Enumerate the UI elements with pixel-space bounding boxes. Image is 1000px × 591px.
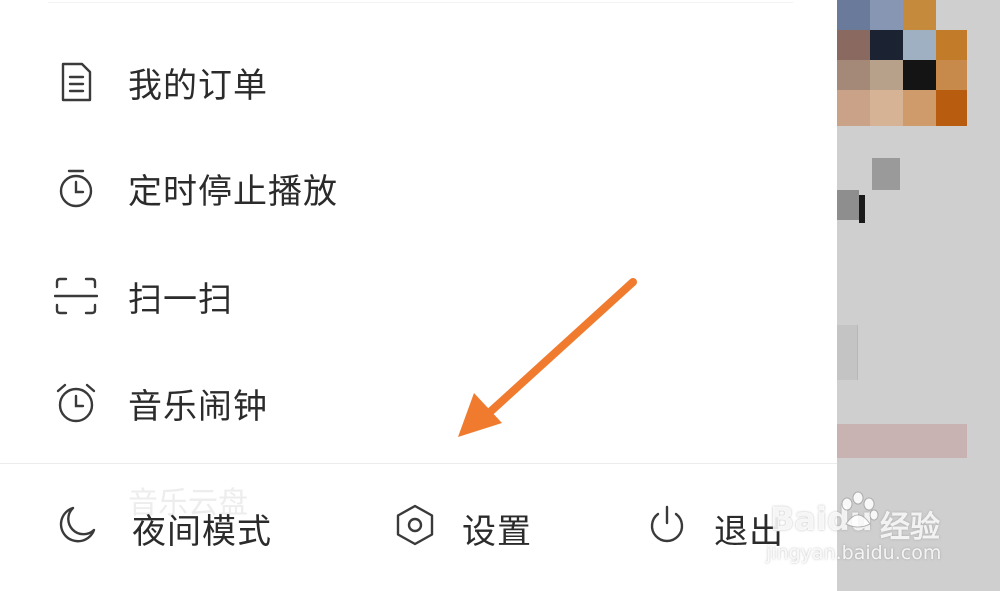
pixel-block	[837, 325, 858, 380]
pixel-block	[837, 424, 967, 458]
scan-icon	[54, 277, 98, 315]
menu-item-label: 定时停止播放	[128, 171, 338, 212]
background-app-overlay[interactable]	[837, 0, 1000, 591]
pixel-block	[837, 190, 859, 220]
menu-item-my-orders[interactable]: 我的订单	[0, 42, 600, 122]
settings-label: 设置	[462, 512, 532, 552]
settings-icon	[396, 504, 434, 546]
timer-icon	[59, 169, 93, 208]
side-drawer: 我的订单 定时停止播放 扫一扫 音乐闹钟 音乐云盘 夜间模式 设置 退出	[0, 0, 837, 591]
menu-item-scan[interactable]: 扫一扫	[0, 256, 600, 336]
bottom-bar-divider	[0, 463, 837, 464]
logout-label: 退出	[714, 512, 784, 552]
night-mode-label: 夜间模式	[132, 512, 272, 552]
night-mode-button[interactable]: 夜间模式	[50, 490, 290, 560]
pixel-block	[859, 195, 865, 223]
power-icon	[650, 505, 684, 543]
top-divider	[48, 2, 793, 3]
menu-item-label: 扫一扫	[128, 279, 233, 320]
order-document-icon	[61, 62, 92, 102]
pixel-block	[872, 158, 900, 190]
menu-item-music-alarm[interactable]: 音乐闹钟	[0, 363, 600, 443]
moon-icon	[59, 506, 96, 543]
menu-item-label: 音乐闹钟	[128, 386, 268, 427]
alarm-clock-icon	[56, 383, 96, 423]
menu-item-label: 我的订单	[128, 65, 268, 106]
logout-button[interactable]: 退出	[642, 490, 822, 560]
menu-item-sleep-timer[interactable]: 定时停止播放	[0, 148, 600, 228]
pixelated-image	[837, 0, 967, 126]
settings-button[interactable]: 设置	[388, 490, 548, 560]
